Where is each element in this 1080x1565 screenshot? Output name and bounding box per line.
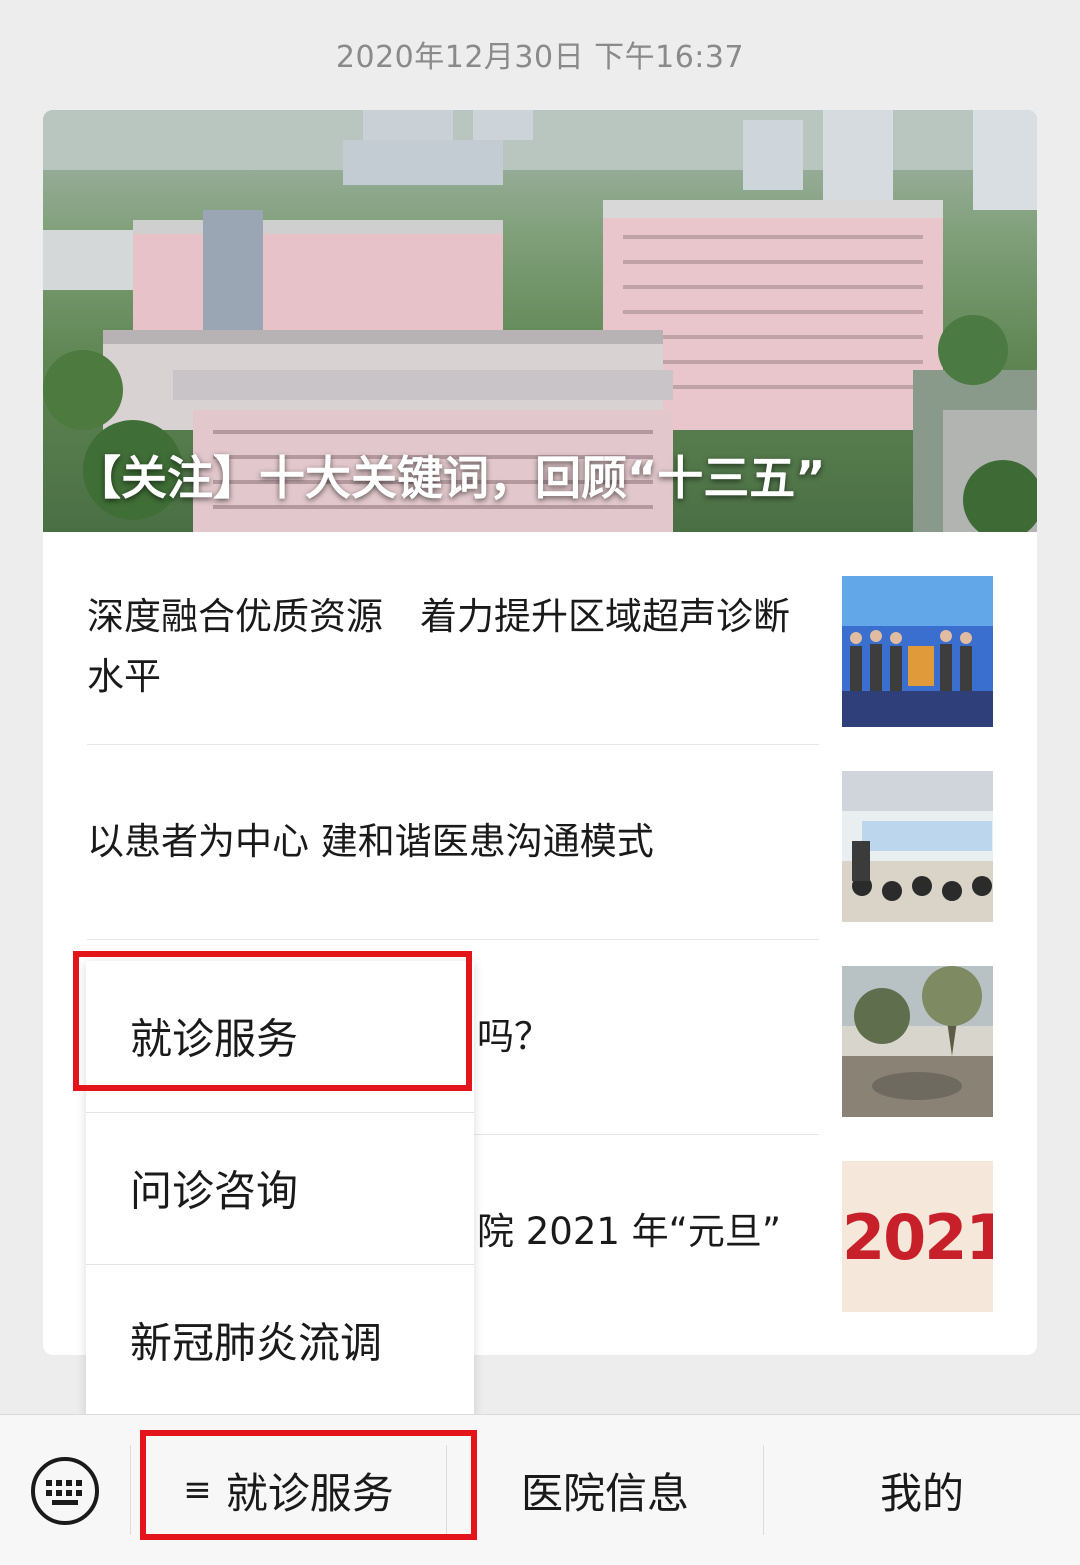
article-item-1[interactable]: 深度融合优质资源 着力提升区域超声诊断水平 bbox=[87, 550, 819, 745]
popup-item-label: 问诊咨询 bbox=[130, 1166, 299, 1216]
highlight-box-popup bbox=[73, 951, 472, 1091]
popup-item-label: 新冠肺炎流调 bbox=[130, 1318, 383, 1368]
menu-tab-label: 我的 bbox=[879, 1468, 964, 1518]
popup-item-covid-survey[interactable]: 新冠肺炎流调 bbox=[86, 1265, 474, 1415]
article-thumbnail-1 bbox=[842, 576, 993, 727]
popup-item-consultation[interactable]: 问诊咨询 bbox=[86, 1113, 474, 1263]
message-timestamp: 2020年12月30日 下午16:37 bbox=[335, 40, 745, 75]
menu-tab-hospital-info[interactable]: 医院信息 bbox=[447, 1415, 763, 1565]
article-thumbnail-3 bbox=[842, 966, 993, 1117]
highlight-box-menu-tab bbox=[140, 1430, 477, 1540]
hero-article[interactable]: 【关注】十大关键词，回顾“十三五” bbox=[43, 110, 1037, 532]
keyboard-icon[interactable] bbox=[30, 1456, 100, 1526]
article-title: 以患者为中心 建和谐医患沟通模式 bbox=[87, 820, 654, 863]
article-title: 深度融合优质资源 着力提升区域超声诊断水平 bbox=[87, 595, 790, 698]
menu-tab-label: 医院信息 bbox=[520, 1468, 689, 1518]
thumbnail-2021-text: 2021 bbox=[842, 1201, 993, 1274]
article-thumbnail-2 bbox=[842, 771, 993, 922]
article-item-2[interactable]: 以患者为中心 建和谐医患沟通模式 bbox=[87, 745, 819, 940]
hero-title: 【关注】十大关键词，回顾“十三五” bbox=[75, 451, 826, 505]
article-thumbnail-4: 2021 bbox=[842, 1161, 993, 1312]
menu-tab-mine[interactable]: 我的 bbox=[764, 1415, 1080, 1565]
